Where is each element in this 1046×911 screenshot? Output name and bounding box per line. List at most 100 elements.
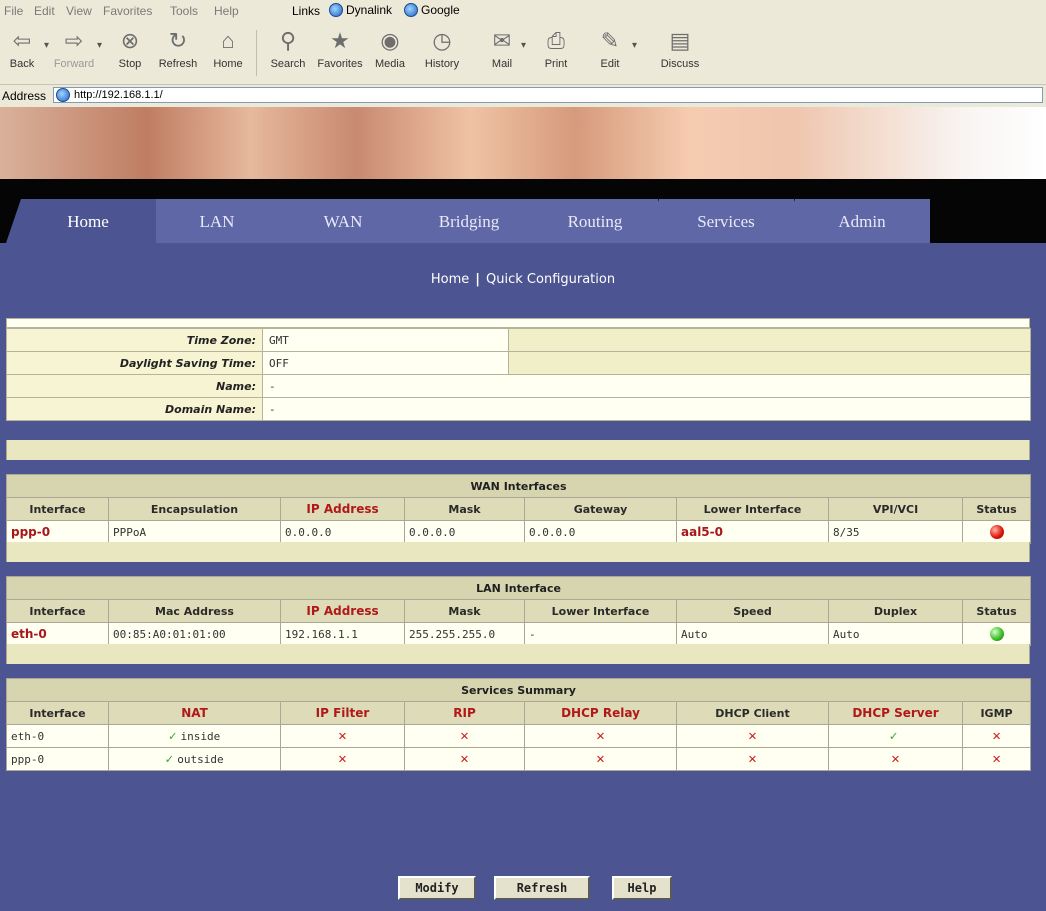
col-header: IP Address [280, 497, 405, 521]
link-dynalink[interactable]: Dynalink [329, 3, 392, 17]
discuss-button[interactable]: ▤ Discuss [656, 28, 704, 70]
domain-name-value: - [262, 397, 1031, 421]
search-icon: ⚲ [279, 28, 297, 53]
services-summary-table: Services Summary Interface NAT IP Filter… [5, 678, 1032, 771]
col-header: DHCP Server [828, 701, 963, 725]
tab-wan[interactable]: WAN [266, 199, 406, 243]
menu-edit[interactable]: Edit [34, 4, 55, 18]
back-dropdown-icon[interactable]: ▾ [44, 40, 49, 51]
cross-icon: ✕ [992, 728, 1001, 744]
cross-icon: ✕ [596, 728, 605, 744]
table-row: Time Zone: GMT [6, 328, 1031, 352]
igmp-cell: ✕ [961, 747, 1032, 771]
nat-value: inside [180, 729, 221, 743]
table-spacer [6, 440, 1030, 460]
favorites-label: Favorites [317, 58, 363, 70]
link-google[interactable]: Google [404, 3, 460, 17]
search-button[interactable]: ⚲ Search [264, 28, 312, 70]
media-button[interactable]: ◉ Media [366, 28, 414, 70]
check-icon: ✓ [165, 751, 174, 767]
menu-tools[interactable]: Tools [170, 4, 198, 18]
modify-button[interactable]: Modify [398, 876, 476, 900]
help-button[interactable]: Help [612, 876, 672, 900]
nav-tabs: Home LAN WAN Bridging Routing Services A… [0, 199, 1046, 243]
col-header: IP Address [280, 599, 405, 623]
browser-window: File Edit View Favorites Tools Help Link… [0, 0, 1046, 911]
link-google-label: Google [421, 3, 460, 17]
tab-home[interactable]: Home [6, 199, 156, 243]
lower-interface-link[interactable]: aal5-0 [676, 520, 829, 544]
table-row: ppp-0 PPPoA 0.0.0.0 0.0.0.0 0.0.0.0 aal5… [6, 520, 1031, 544]
router-banner-image [0, 107, 1046, 179]
media-label: Media [375, 58, 405, 70]
menu-favorites[interactable]: Favorites [103, 4, 152, 18]
service-interface: eth-0 [6, 724, 109, 748]
rip-cell: ✕ [404, 747, 525, 771]
menu-file[interactable]: File [4, 4, 23, 18]
filler-cell [508, 328, 1031, 352]
edit-button[interactable]: ✎ Edit [586, 28, 634, 70]
mail-button[interactable]: ✉ Mail [478, 28, 526, 70]
wan-table-title: WAN Interfaces [6, 474, 1031, 498]
history-icon: ◷ [432, 28, 452, 53]
check-icon: ✓ [168, 728, 177, 744]
refresh-page-button[interactable]: Refresh [494, 876, 590, 900]
name-label: Name: [6, 374, 263, 398]
col-header: Lower Interface [676, 497, 829, 521]
tab-lan[interactable]: LAN [140, 199, 280, 243]
stop-button[interactable]: ⊗ Stop [106, 28, 154, 70]
services-table-title: Services Summary [5, 678, 1032, 702]
dhcp-relay-cell: ✕ [524, 724, 677, 748]
dhcp-client-cell: ✕ [676, 747, 829, 771]
col-header: Encapsulation [108, 497, 281, 521]
wan-interface-link[interactable]: ppp-0 [6, 520, 109, 544]
name-value: - [262, 374, 1031, 398]
back-button[interactable]: ⇦ Back [0, 28, 46, 70]
nat-cell: ✓ inside [108, 724, 281, 748]
cross-icon: ✕ [748, 751, 757, 767]
edit-dropdown-icon[interactable]: ▾ [632, 40, 637, 51]
menu-help[interactable]: Help [214, 4, 239, 18]
discuss-label: Discuss [660, 58, 700, 70]
cross-icon: ✕ [596, 751, 605, 767]
home-button[interactable]: ⌂ Home [204, 28, 252, 70]
tab-services[interactable]: Services [644, 199, 794, 243]
encapsulation-value: PPPoA [108, 520, 281, 544]
time-zone-value: GMT [262, 328, 509, 352]
vpi-vci-value: 8/35 [828, 520, 963, 544]
dhcp-server-cell: ✕ [828, 747, 963, 771]
history-button[interactable]: ◷ History [418, 28, 466, 70]
breadcrumb-home[interactable]: Home [431, 272, 469, 287]
lan-interface-link[interactable]: eth-0 [6, 622, 109, 646]
tab-routing[interactable]: Routing [518, 199, 658, 243]
back-label: Back [9, 58, 35, 70]
cross-icon: ✕ [891, 751, 900, 767]
duplex-value: Auto [828, 622, 963, 646]
media-icon: ◉ [380, 28, 400, 53]
history-label: History [424, 58, 460, 70]
refresh-button[interactable]: ↻ Refresh [154, 28, 202, 70]
forward-dropdown-icon[interactable]: ▾ [97, 40, 102, 51]
lan-interface-table: LAN Interface Interface Mac Address IP A… [5, 576, 1032, 646]
col-header: Duplex [828, 599, 963, 623]
tab-admin[interactable]: Admin [780, 199, 930, 243]
forward-arrow-icon: ⇨ [64, 28, 84, 53]
speed-value: Auto [676, 622, 829, 646]
address-input[interactable]: http://192.168.1.1/ [53, 87, 1043, 103]
mail-dropdown-icon[interactable]: ▾ [521, 40, 526, 51]
table-header-row: Interface Encapsulation IP Address Mask … [6, 497, 1031, 521]
tab-bridging[interactable]: Bridging [392, 199, 532, 243]
col-header: Interface [6, 701, 109, 725]
table-row: eth-0 ✓ inside ✕ ✕ ✕ ✕ ✓ ✕ [6, 724, 1032, 748]
mail-label: Mail [491, 58, 513, 70]
menu-view[interactable]: View [66, 4, 92, 18]
forward-button[interactable]: ⇨ Forward [50, 28, 98, 70]
refresh-icon: ↻ [168, 28, 188, 53]
col-header: RIP [404, 701, 525, 725]
refresh-label: Refresh [158, 58, 198, 70]
col-header: Interface [6, 497, 109, 521]
wan-interfaces-table: WAN Interfaces Interface Encapsulation I… [6, 474, 1031, 544]
home-icon: ⌂ [221, 28, 235, 53]
favorites-button[interactable]: ★ Favorites [316, 28, 364, 70]
print-button[interactable]: ⎙ Print [532, 28, 580, 70]
